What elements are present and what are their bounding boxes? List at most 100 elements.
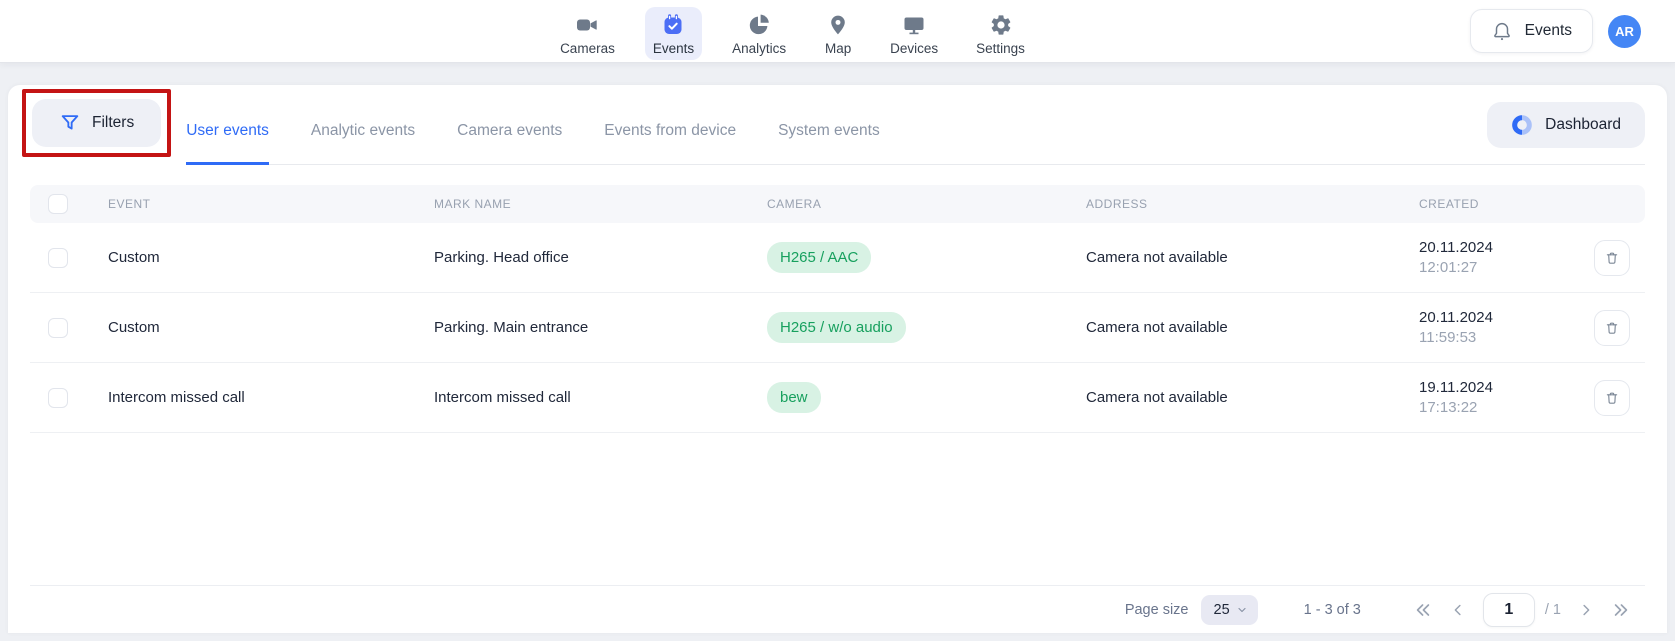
calendar-check-icon <box>659 12 687 38</box>
content-panel: Filters User events Analytic events Came… <box>8 85 1667 633</box>
table-header-row: EVENT MARK NAME CAMERA ADDRESS CREATED <box>30 185 1645 223</box>
created-time: 12:01:27 <box>1419 259 1579 276</box>
address-cell: Camera not available <box>1086 389 1419 406</box>
nav-item-analytics[interactable]: Analytics <box>724 7 794 60</box>
notifications-events-button[interactable]: Events <box>1470 9 1593 53</box>
tab-camera-events[interactable]: Camera events <box>457 95 562 165</box>
nav-label: Events <box>653 41 694 56</box>
last-page-button[interactable] <box>1611 600 1631 620</box>
dashboard-label: Dashboard <box>1545 116 1621 134</box>
trash-icon <box>1603 389 1621 407</box>
camera-badge: bew <box>767 382 821 413</box>
monitor-icon <box>900 12 928 38</box>
first-page-button[interactable] <box>1413 600 1433 620</box>
tab-events-from-device[interactable]: Events from device <box>604 95 736 165</box>
row-checkbox[interactable] <box>48 318 68 338</box>
delete-event-button[interactable] <box>1594 380 1630 416</box>
column-header-mark-name: MARK NAME <box>434 197 767 211</box>
nav-item-cameras[interactable]: Cameras <box>552 7 623 60</box>
table-empty-space <box>30 433 1645 585</box>
trash-icon <box>1603 249 1621 267</box>
chevron-down-icon <box>1236 604 1248 616</box>
page-size-select[interactable]: 25 <box>1201 595 1258 625</box>
double-chevron-left-icon <box>1413 600 1433 620</box>
row-checkbox[interactable] <box>48 248 68 268</box>
delete-event-button[interactable] <box>1594 310 1630 346</box>
funnel-icon <box>59 112 81 134</box>
column-header-created: CREATED <box>1419 197 1579 211</box>
pie-chart-icon <box>745 12 773 38</box>
column-header-camera: CAMERA <box>767 197 1086 211</box>
camera-icon <box>573 12 601 38</box>
total-pages-text: / 1 <box>1545 602 1561 618</box>
prev-page-button[interactable] <box>1449 601 1467 619</box>
tabs-zone: User events Analytic events Camera event… <box>186 95 1645 165</box>
chevron-right-icon <box>1577 601 1595 619</box>
filters-button[interactable]: Filters <box>32 99 161 147</box>
trash-icon <box>1603 319 1621 337</box>
topbar-right-controls: Events AR <box>1470 9 1641 53</box>
table-row[interactable]: Custom Parking. Main entrance H265 / w/o… <box>30 293 1645 363</box>
page-number-input[interactable]: 1 <box>1483 593 1535 627</box>
page-size-label: Page size <box>1125 602 1189 618</box>
notifications-events-label: Events <box>1525 22 1572 40</box>
filters-label: Filters <box>92 114 134 132</box>
nav-label: Analytics <box>732 41 786 56</box>
nav-label: Cameras <box>560 41 615 56</box>
address-cell: Camera not available <box>1086 319 1419 336</box>
donut-icon <box>1511 114 1533 136</box>
event-cell: Custom <box>108 249 434 266</box>
table-row[interactable]: Custom Parking. Head office H265 / AAC C… <box>30 223 1645 293</box>
range-text: 1 - 3 of 3 <box>1304 602 1361 618</box>
created-cell: 20.11.2024 11:59:53 <box>1419 309 1579 346</box>
event-tabs: User events Analytic events Camera event… <box>186 95 880 164</box>
chevron-left-icon <box>1449 601 1467 619</box>
events-toolbar: Filters User events Analytic events Came… <box>30 95 1645 165</box>
pagination-footer: Page size 25 1 - 3 of 3 <box>30 585 1645 633</box>
dashboard-button[interactable]: Dashboard <box>1487 102 1645 148</box>
double-chevron-right-icon <box>1611 600 1631 620</box>
address-cell: Camera not available <box>1086 249 1419 266</box>
created-date: 20.11.2024 <box>1419 239 1579 256</box>
page-size-value: 25 <box>1214 602 1230 618</box>
event-cell: Custom <box>108 319 434 336</box>
delete-event-button[interactable] <box>1594 240 1630 276</box>
camera-badge: H265 / w/o audio <box>767 312 906 343</box>
gear-icon <box>987 12 1015 38</box>
tab-analytic-events[interactable]: Analytic events <box>311 95 415 165</box>
created-time: 11:59:53 <box>1419 329 1579 346</box>
nav-item-events[interactable]: Events <box>645 7 702 60</box>
top-navigation-bar: Cameras Events Analytics <box>0 0 1675 63</box>
nav-item-map[interactable]: Map <box>816 7 860 60</box>
created-time: 17:13:22 <box>1419 399 1579 416</box>
bell-icon <box>1491 19 1513 43</box>
table-row[interactable]: Intercom missed call Intercom missed cal… <box>30 363 1645 433</box>
mark-name-cell: Parking. Head office <box>434 249 767 266</box>
created-date: 20.11.2024 <box>1419 309 1579 326</box>
nav-item-devices[interactable]: Devices <box>882 7 946 60</box>
mark-name-cell: Parking. Main entrance <box>434 319 767 336</box>
tab-system-events[interactable]: System events <box>778 95 880 165</box>
annotation-highlight-box: Filters <box>22 89 171 157</box>
row-checkbox[interactable] <box>48 388 68 408</box>
tab-user-events[interactable]: User events <box>186 95 269 165</box>
nav-label: Map <box>825 41 851 56</box>
event-cell: Intercom missed call <box>108 389 434 406</box>
select-all-checkbox[interactable] <box>48 194 68 214</box>
created-cell: 19.11.2024 17:13:22 <box>1419 379 1579 416</box>
created-date: 19.11.2024 <box>1419 379 1579 396</box>
mark-name-cell: Intercom missed call <box>434 389 767 406</box>
user-avatar[interactable]: AR <box>1608 15 1641 48</box>
camera-badge: H265 / AAC <box>767 242 871 273</box>
created-cell: 20.11.2024 12:01:27 <box>1419 239 1579 276</box>
column-header-address: ADDRESS <box>1086 197 1419 211</box>
map-pin-icon <box>824 12 852 38</box>
next-page-button[interactable] <box>1577 601 1595 619</box>
column-header-event: EVENT <box>108 197 434 211</box>
nav-label: Settings <box>976 41 1025 56</box>
main-nav: Cameras Events Analytics <box>552 0 1033 60</box>
nav-label: Devices <box>890 41 938 56</box>
pager: 1 / 1 <box>1413 593 1631 627</box>
page-size-group: Page size 25 <box>1125 595 1258 625</box>
nav-item-settings[interactable]: Settings <box>968 7 1033 60</box>
